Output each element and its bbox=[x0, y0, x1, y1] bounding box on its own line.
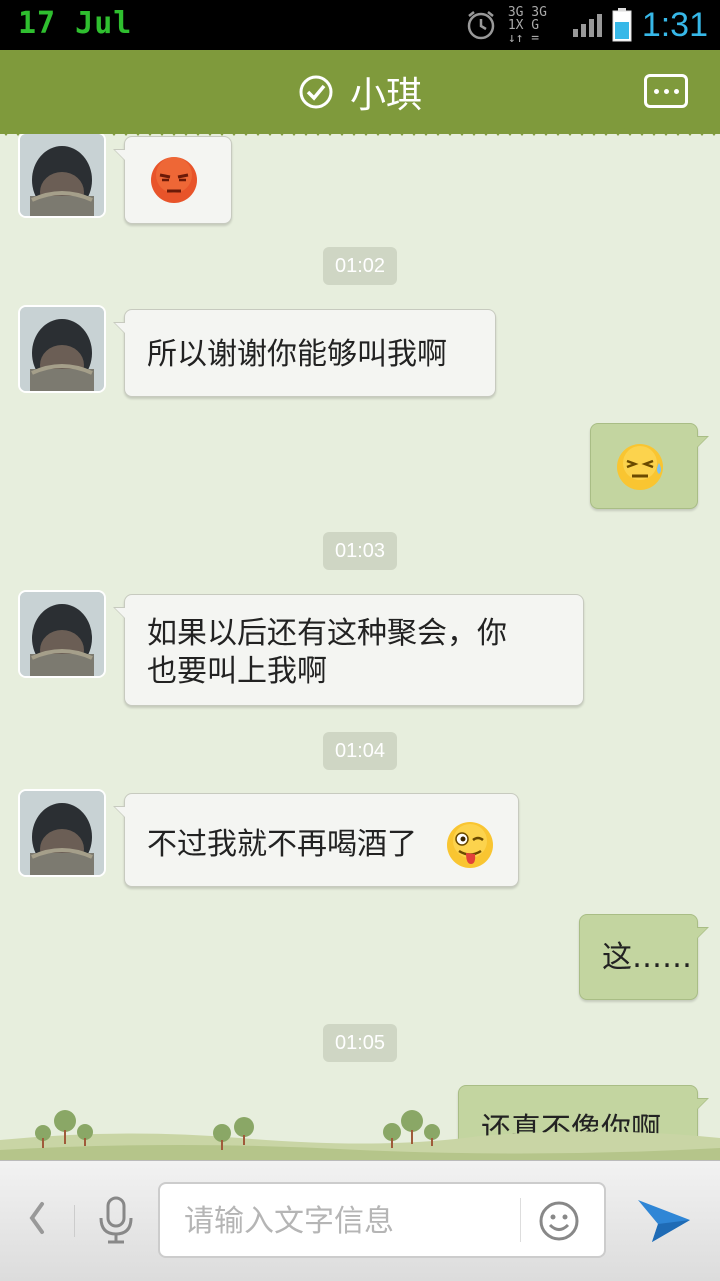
status-date: 17 Jul bbox=[18, 6, 133, 41]
message-input[interactable] bbox=[182, 1198, 506, 1244]
message-text: 这…… bbox=[602, 940, 692, 975]
message-text: 不过我就不再喝酒了 bbox=[147, 827, 417, 862]
chevron-left-icon[interactable] bbox=[22, 1198, 52, 1238]
message-bubble-right[interactable]: 这…… bbox=[579, 914, 709, 1000]
timestamp-label: 01:05 bbox=[323, 1024, 397, 1062]
status-icons: 3G 3G 1X G ↓↑ = 1:31 bbox=[464, 0, 708, 50]
more-dots-icon[interactable] bbox=[644, 74, 688, 108]
timestamp-label: 01:02 bbox=[323, 247, 397, 285]
message-text: 所以谢谢你能够叫我啊 bbox=[147, 337, 447, 372]
chat-message-list[interactable]: 01:02 所以谢谢你能够叫我啊 01:03 如果以后还有这种聚会，你 也要叫上… bbox=[0, 134, 720, 1160]
send-arrow-icon[interactable] bbox=[636, 1194, 692, 1246]
message-text-line: 如果以后还有这种聚会，你 bbox=[147, 616, 507, 651]
input-divider bbox=[520, 1198, 521, 1242]
status-time: 1:31 bbox=[641, 5, 708, 44]
contact-avatar[interactable] bbox=[20, 134, 104, 216]
message-text-line: 也要叫上我啊 bbox=[147, 654, 327, 689]
title-area: 小琪 bbox=[0, 50, 720, 134]
contact-avatar[interactable] bbox=[20, 307, 104, 391]
battery-icon bbox=[612, 8, 632, 42]
sweat-face-icon bbox=[617, 444, 663, 490]
message-bubble-left[interactable]: 不过我就不再喝酒了 bbox=[113, 793, 519, 887]
timestamp-label: 01:03 bbox=[323, 532, 397, 570]
network-activity-label: ↓↑ = bbox=[507, 30, 540, 46]
network-type-label: 3G 3G 1X G bbox=[507, 4, 547, 33]
landscape-decoration bbox=[0, 1110, 720, 1162]
microphone-icon[interactable] bbox=[96, 1196, 136, 1244]
timestamp-label: 01:04 bbox=[323, 732, 397, 770]
angry-face-icon bbox=[151, 157, 197, 203]
message-bubble-left[interactable]: 所以谢谢你能够叫我啊 bbox=[113, 309, 496, 397]
network-indicator: 3G 3G 1X G ↓↑ = bbox=[508, 6, 562, 45]
status-bar: 17 Jul 3G 3G 1X G ↓↑ = 1:31 bbox=[0, 0, 720, 50]
signal-icon bbox=[572, 14, 602, 37]
chat-title: 小琪 bbox=[349, 75, 422, 116]
contact-avatar[interactable] bbox=[20, 791, 104, 875]
message-bubble-left[interactable]: 如果以后还有这种聚会，你 也要叫上我啊 bbox=[113, 594, 584, 706]
message-bubble-left[interactable] bbox=[113, 136, 232, 224]
alarm-icon bbox=[467, 11, 495, 40]
contact-avatar[interactable] bbox=[20, 592, 104, 676]
wink-tongue-face-icon bbox=[447, 822, 493, 868]
message-bubble-right[interactable] bbox=[590, 423, 709, 509]
check-circle-icon bbox=[299, 75, 333, 109]
divider bbox=[74, 1205, 75, 1237]
smiley-icon[interactable] bbox=[538, 1200, 580, 1242]
